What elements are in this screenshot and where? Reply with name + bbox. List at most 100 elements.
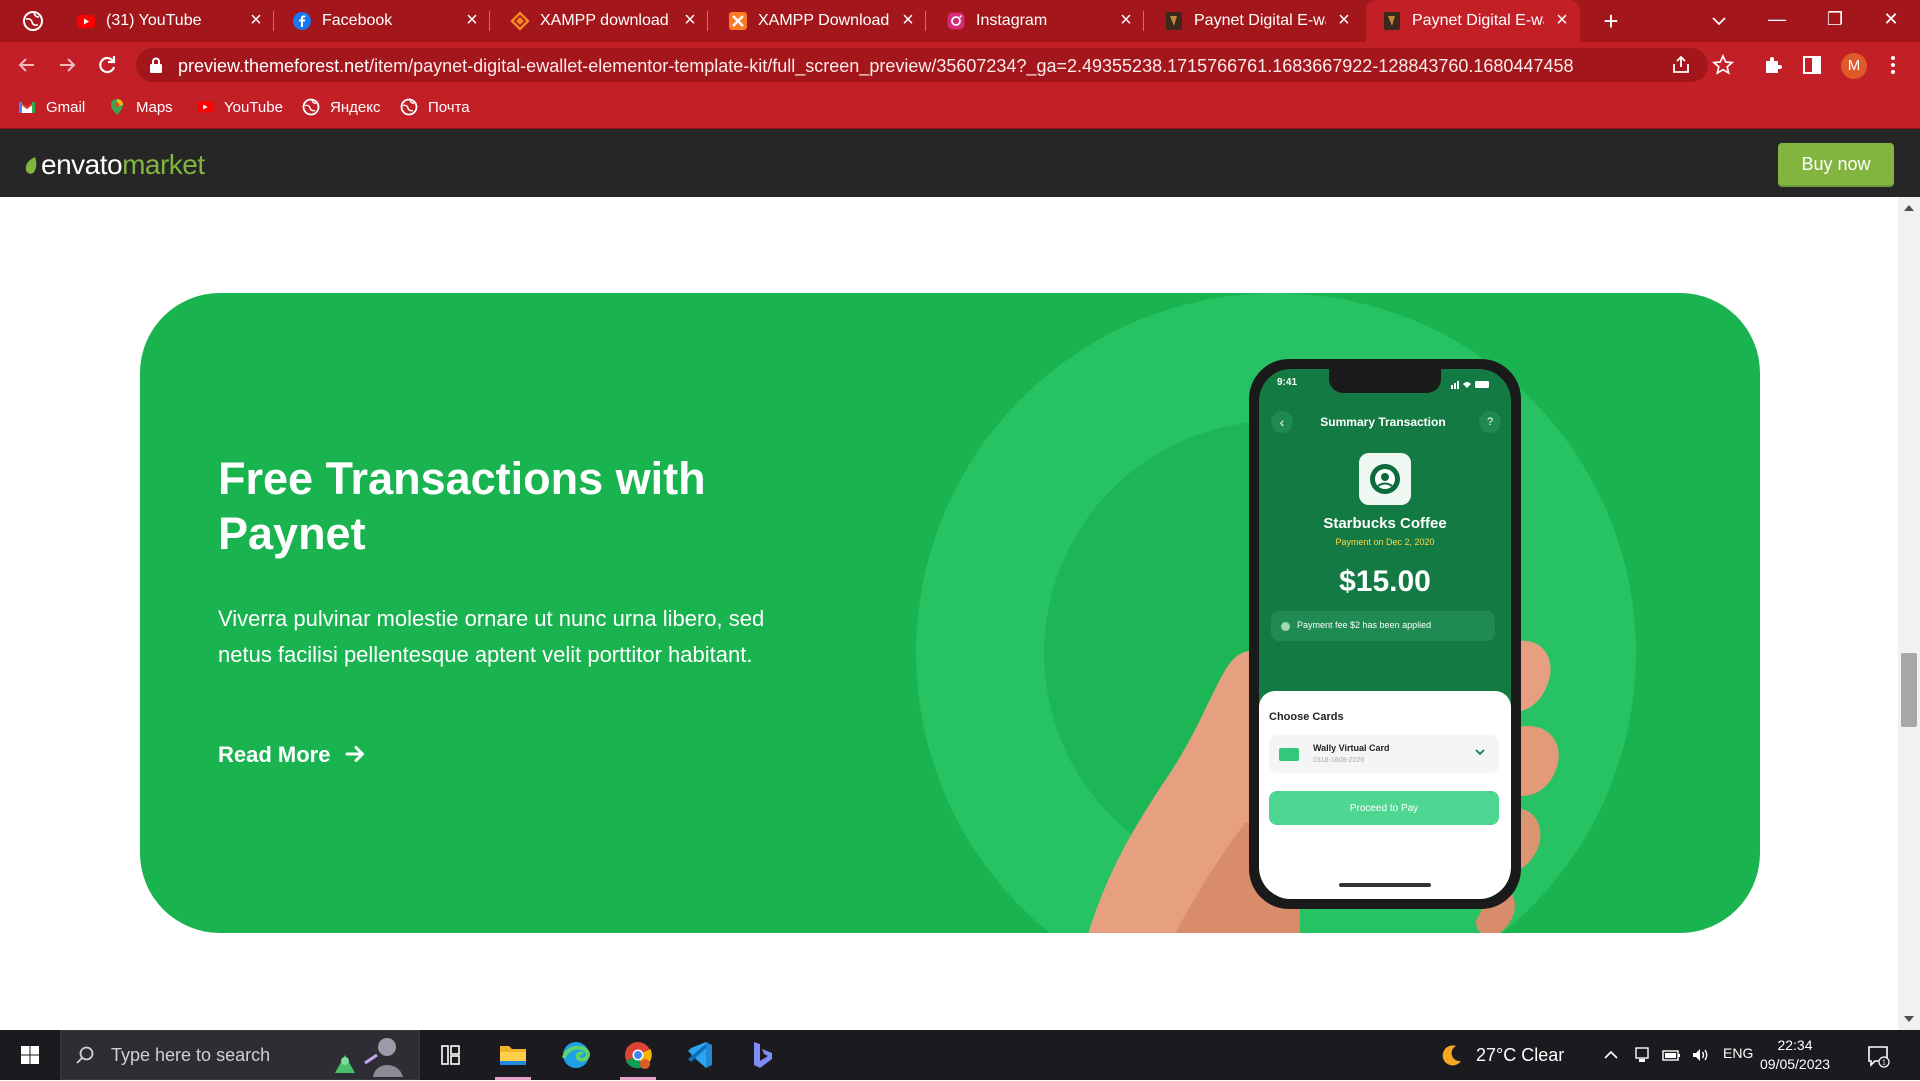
globe-icon[interactable] (22, 10, 44, 32)
hero-section: Free Transactions with Paynet Viverra pu… (140, 293, 1760, 933)
phone-notch (1329, 369, 1441, 393)
bookmark-youtube[interactable]: YouTube (196, 97, 283, 119)
instagram-icon (947, 12, 965, 30)
battery-icon[interactable] (1661, 1045, 1681, 1065)
bookmark-label: Maps (136, 99, 173, 116)
youtube-icon (197, 101, 213, 113)
page-viewport: Free Transactions with Paynet Viverra pu… (0, 197, 1898, 1030)
taskbar-search-box[interactable]: Type here to search (60, 1030, 420, 1080)
tab-paynet-1[interactable]: Paynet Digital E-wall × (1148, 0, 1362, 42)
weather-widget[interactable]: 27°C Clear (1440, 1030, 1564, 1080)
xampp-icon (510, 11, 530, 31)
logo-market: market (122, 149, 205, 180)
scroll-down-arrow-icon[interactable] (1904, 1016, 1914, 1022)
more-menu-icon[interactable] (1882, 54, 1904, 76)
tab-separator (925, 11, 926, 31)
device-icon[interactable] (1632, 1045, 1652, 1065)
language-indicator[interactable]: ENG (1723, 1045, 1753, 1061)
volume-icon[interactable] (1690, 1045, 1710, 1065)
tab-paynet-active[interactable]: Paynet Digital E-wall × (1366, 0, 1580, 42)
forward-arrow-icon[interactable] (52, 50, 82, 80)
bookmark-star-icon[interactable] (1712, 54, 1734, 76)
bookmark-label: Яндекс (330, 99, 381, 116)
scroll-up-arrow-icon[interactable] (1904, 205, 1914, 211)
notification-count: 1 (1882, 1060, 1886, 1067)
phone-mockup: 9:41 ‹ Summary Transaction ? Starbucks C… (1249, 359, 1521, 909)
bookmarks-bar: Gmail Maps YouTube Яндекс Почта (0, 88, 1920, 129)
bookmark-gmail[interactable]: Gmail (18, 97, 85, 119)
notification-center-icon[interactable]: 1 (1866, 1044, 1890, 1068)
proceed-to-pay-button: Proceed to Pay (1269, 791, 1499, 825)
extensions-icon[interactable] (1762, 54, 1784, 76)
bing-icon[interactable] (736, 1034, 788, 1076)
gmail-icon (18, 101, 36, 113)
buy-now-button[interactable]: Buy now (1778, 143, 1894, 185)
new-tab-button[interactable]: + (1596, 6, 1626, 36)
bookmark-maps[interactable]: Maps (108, 97, 173, 119)
envato-market-logo[interactable]: envatomarket (24, 149, 205, 180)
chevron-down-icon[interactable] (1706, 8, 1732, 34)
edge-icon[interactable] (550, 1034, 602, 1076)
paynet-icon (1166, 12, 1182, 30)
phone-merchant-name: Starbucks Coffee (1323, 515, 1447, 532)
windows-taskbar: Type here to search 27°C Clear ENG 22:34… (0, 1030, 1920, 1080)
tab-title: Facebook (322, 12, 393, 29)
bookmark-pochta[interactable]: Почта (400, 97, 470, 119)
envato-preview-bar: envatomarket Buy now (0, 129, 1920, 197)
tab-title: (31) YouTube (106, 12, 202, 29)
tab-separator (489, 11, 490, 31)
vscode-icon[interactable] (674, 1034, 726, 1076)
close-tab-icon[interactable]: × (244, 8, 268, 32)
close-tab-icon[interactable]: × (1550, 8, 1574, 32)
show-hidden-icons-icon[interactable] (1601, 1045, 1621, 1065)
tab-youtube[interactable]: (31) YouTube × (60, 0, 274, 42)
logo-word: envato (41, 149, 123, 180)
close-tab-icon[interactable]: × (460, 8, 484, 32)
lock-icon[interactable] (148, 56, 164, 74)
close-tab-icon[interactable]: × (1114, 8, 1138, 32)
chrome-icon (625, 1042, 652, 1069)
fee-note-text: Payment fee $2 has been applied (1297, 620, 1432, 630)
tab-instagram[interactable]: Instagram × (930, 0, 1144, 42)
moon-icon (1442, 1045, 1461, 1066)
url-path: /item/paynet-digital-ewallet-elementor-t… (369, 56, 1574, 76)
minimize-button[interactable]: — (1748, 0, 1806, 40)
close-tab-icon[interactable]: × (896, 8, 920, 32)
reload-icon[interactable] (92, 50, 122, 80)
task-view-icon[interactable] (424, 1034, 476, 1076)
restore-button[interactable]: ❐ (1806, 0, 1864, 40)
side-panel-icon[interactable] (1801, 54, 1823, 76)
youtube-icon (77, 15, 95, 28)
close-tab-icon[interactable]: × (678, 8, 702, 32)
chrome-app[interactable] (612, 1034, 664, 1080)
tab-facebook[interactable]: Facebook × (276, 0, 490, 42)
tab-xampp-download[interactable]: XAMPP download | S × (494, 0, 708, 42)
phone-screen: 9:41 ‹ Summary Transaction ? Starbucks C… (1259, 369, 1511, 899)
bookmark-yandex[interactable]: Яндекс (302, 97, 380, 119)
phone-card-select: Wally Virtual Card 0318-1608-2026 (1269, 735, 1499, 773)
address-bar[interactable]: preview.themeforest.net/item/paynet-digi… (136, 48, 1708, 82)
url-text[interactable]: preview.themeforest.net/item/paynet-digi… (178, 56, 1574, 77)
read-more-link[interactable]: Read More (218, 737, 366, 773)
close-tab-icon[interactable]: × (1332, 8, 1356, 32)
share-icon[interactable] (1670, 54, 1692, 76)
windows-start-icon[interactable] (8, 1036, 52, 1074)
xampp-icon (729, 12, 747, 30)
page-scrollbar[interactable] (1898, 197, 1920, 1030)
tab-title: Instagram (976, 12, 1048, 29)
phone-fee-note: Payment fee $2 has been applied (1271, 611, 1495, 641)
profile-avatar[interactable]: M (1841, 53, 1867, 79)
search-placeholder: Type here to search (111, 1045, 271, 1065)
starbucks-logo-icon (1359, 453, 1411, 505)
phone-payment-date: Payment on Dec 2, 2020 (1335, 537, 1435, 547)
system-clock[interactable]: 22:34 09/05/2023 (1760, 1036, 1830, 1074)
close-window-button[interactable]: ✕ (1862, 0, 1920, 40)
scrollbar-thumb[interactable] (1901, 653, 1917, 727)
envato-leaf-icon (25, 157, 37, 174)
back-arrow-icon[interactable] (12, 50, 42, 80)
file-explorer-app[interactable] (487, 1034, 539, 1080)
phone-screen-title: Summary Transaction (1320, 415, 1446, 429)
tab-xampp-download-site[interactable]: XAMPP Download Si × (712, 0, 926, 42)
bookmark-label: YouTube (224, 99, 283, 116)
card-name: Wally Virtual Card (1313, 743, 1390, 753)
